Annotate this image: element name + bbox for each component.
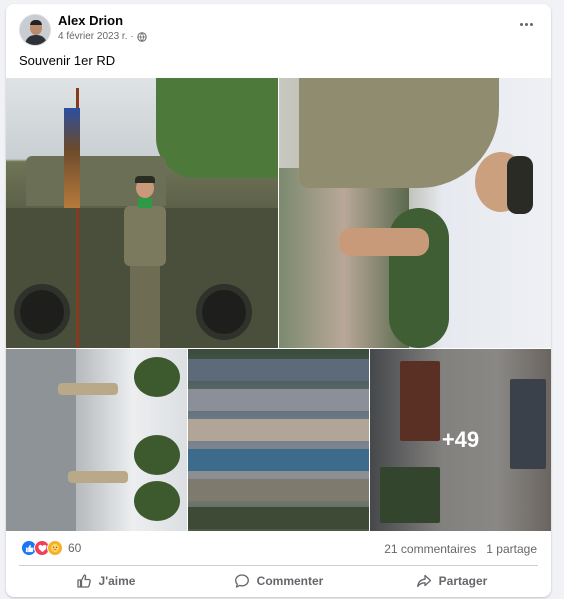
post-actions: J'aime Commenter Partager: [19, 567, 538, 595]
photo-beret: [507, 156, 533, 214]
photo-tree: [134, 357, 180, 397]
post-stats: 60 21 commentaires 1 partage: [6, 533, 551, 563]
photo-tank-wheel: [14, 284, 70, 340]
more-photos-count: +49: [441, 427, 480, 452]
avatar[interactable]: [19, 14, 51, 46]
reaction-count: 60: [68, 541, 82, 555]
thumbs-up-icon: [76, 574, 91, 588]
post-header: Alex Drion 4 février 2023 r. ·: [6, 4, 551, 48]
photo-hand: [339, 228, 429, 256]
soldier-scarf: [138, 198, 152, 208]
photo-flag: [64, 108, 80, 208]
post-date[interactable]: 4 février 2023 r. ·: [58, 31, 134, 42]
photo-tree: [156, 78, 278, 178]
shares-count[interactable]: 1 partage: [486, 542, 537, 556]
like-label: J'aime: [98, 574, 136, 588]
more-photos-overlay[interactable]: +49: [370, 349, 551, 531]
like-button[interactable]: J'aime: [19, 567, 192, 595]
photo-group-row: [188, 449, 369, 471]
post-card: Alex Drion 4 février 2023 r. · Souvenir …: [6, 4, 551, 597]
comments-count[interactable]: 21 commentaires: [384, 542, 476, 556]
post-caption: Souvenir 1er RD: [19, 53, 116, 68]
soldier-cap: [135, 176, 155, 183]
photo-group-row: [188, 507, 369, 529]
photo-road: [6, 349, 76, 531]
avatar-hair: [30, 20, 42, 25]
photo-group-row: [188, 389, 369, 411]
author-name[interactable]: Alex Drion: [58, 13, 123, 28]
photo-tank-soldier[interactable]: [6, 78, 278, 348]
photo-tree: [134, 481, 180, 521]
care-reaction-icon: [47, 540, 63, 556]
reactions-summary[interactable]: 60: [21, 540, 81, 556]
photo-soldier: [118, 176, 172, 348]
photo-tree: [134, 435, 180, 475]
photo-marching-soldier: [58, 383, 118, 395]
soldier-legs: [130, 264, 160, 348]
dot: [524, 22, 528, 26]
comment-button[interactable]: Commenter: [192, 567, 365, 595]
photo-parade[interactable]: [6, 349, 187, 531]
photo-officer: [299, 78, 499, 188]
photo-more[interactable]: +49: [370, 349, 551, 531]
post-meta: 4 février 2023 r. ·: [58, 31, 147, 42]
divider: [19, 565, 538, 566]
photo-group[interactable]: [188, 349, 369, 531]
photo-group-row: [188, 479, 369, 501]
dot: [529, 22, 533, 26]
more-options-icon[interactable]: [515, 16, 537, 32]
photo-group-row: [188, 419, 369, 441]
share-button[interactable]: Partager: [365, 567, 538, 595]
avatar-body: [25, 35, 47, 45]
globe-icon: [136, 31, 147, 42]
share-label: Partager: [438, 574, 488, 588]
comment-icon: [234, 574, 249, 588]
post-stats-right: 21 commentaires 1 partage: [384, 542, 537, 556]
dot: [519, 22, 523, 26]
photo-tank-wheel: [196, 284, 252, 340]
photo-group-row: [188, 359, 369, 381]
soldier-body: [124, 206, 166, 266]
photo-marching-soldier: [68, 471, 128, 483]
photo-handshake[interactable]: [279, 78, 551, 348]
comment-label: Commenter: [256, 574, 324, 588]
share-icon: [416, 574, 431, 588]
